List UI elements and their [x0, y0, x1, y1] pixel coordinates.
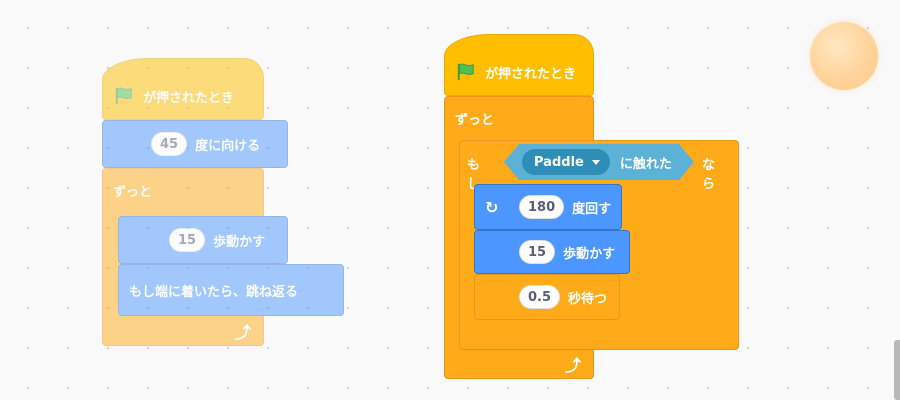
green-flag-icon	[457, 63, 474, 81]
green-flag-icon	[115, 87, 132, 105]
wait-label: 秒待つ	[568, 291, 608, 307]
touching-label: に触れた	[619, 156, 672, 172]
move-steps-block[interactable]: 15 歩動かす	[474, 230, 630, 274]
move-label: 歩動かす	[563, 246, 616, 262]
touching-target-dropdown[interactable]: Paddle	[522, 149, 610, 175]
seconds-input[interactable]: 0.5	[519, 285, 561, 309]
steps-input[interactable]: 15	[169, 228, 206, 252]
loop-arrow-icon: ⤴	[235, 323, 252, 342]
steps-input[interactable]: 15	[519, 240, 556, 264]
then-label: なら	[702, 158, 716, 192]
forever-label: ずっと	[113, 185, 153, 200]
forever-label: ずっと	[455, 113, 495, 128]
hat-label: が押されたとき	[485, 66, 577, 82]
move-steps-block[interactable]: 15 歩動かす	[118, 216, 288, 264]
touching-target-value: Paddle	[534, 154, 584, 170]
when-flag-clicked-hat-block[interactable]: が押されたとき	[102, 58, 264, 120]
point-label: 度に向ける	[195, 138, 261, 154]
if-on-edge-bounce-block[interactable]: もし端に着いたら、跳ね返る	[118, 264, 344, 316]
point-in-direction-block[interactable]: 45 度に向ける	[102, 120, 288, 168]
turn-label: 度回す	[572, 201, 612, 217]
turn-degrees-block[interactable]: ↻ 180 度回す	[474, 184, 622, 230]
sprite-preview-orb	[810, 22, 878, 90]
bounce-label: もし端に着いたら、跳ね返る	[129, 284, 299, 300]
loop-arrow-icon: ⤴	[565, 356, 582, 375]
vertical-scrollbar[interactable]	[894, 340, 900, 400]
move-label: 歩動かす	[213, 234, 266, 250]
hat-label: が押されたとき	[143, 90, 235, 106]
when-flag-clicked-hat-block[interactable]: が押されたとき	[444, 34, 594, 96]
touching-sensor-block[interactable]: Paddle に触れた	[504, 144, 694, 180]
direction-input[interactable]: 45	[151, 132, 188, 156]
wait-seconds-block[interactable]: 0.5 秒待つ	[474, 274, 620, 320]
degrees-input[interactable]: 180	[519, 195, 565, 219]
chevron-down-icon	[592, 160, 600, 165]
rotate-right-icon: ↻	[485, 197, 499, 217]
